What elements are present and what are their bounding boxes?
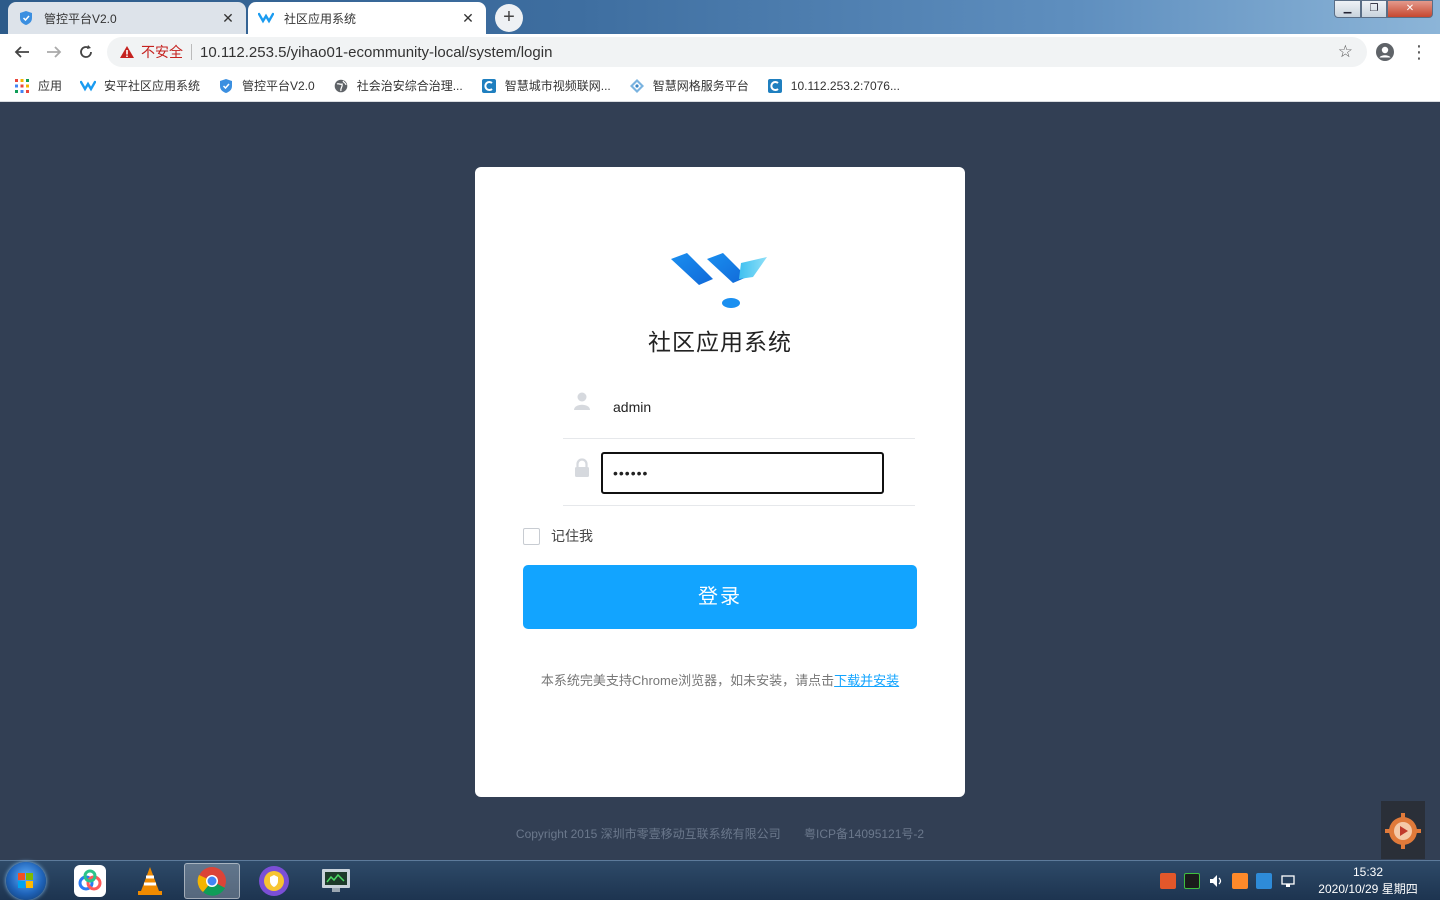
- browser-toolbar: 不安全 10.112.253.5/yihao01-ecommunity-loca…: [0, 34, 1440, 70]
- username-input[interactable]: admin: [613, 399, 651, 415]
- sogou-ime-icon[interactable]: [1160, 873, 1176, 889]
- chrome-icon: [197, 867, 226, 896]
- system-clock[interactable]: 15:32 2020/10/29 星期四: [1310, 864, 1426, 898]
- os-taskbar: 15:32 2020/10/29 星期四: [0, 860, 1440, 900]
- bookmark-zhian[interactable]: 社会治安综合治理...: [333, 77, 463, 94]
- copyright-text: Copyright 2015 深圳市零壹移动互联系统有限公司: [515, 827, 781, 841]
- minimize-button[interactable]: ▁: [1334, 0, 1361, 18]
- bookmarks-bar: 应用 安平社区应用系统 管控平台V2.0 社会治安综合治理... 智慧城市视频联…: [0, 70, 1440, 102]
- warning-icon: [120, 46, 134, 58]
- arrow-left-icon: [14, 46, 29, 58]
- traffic-cone-icon: [138, 867, 162, 895]
- bookmark-guankong[interactable]: 管控平台V2.0: [218, 77, 315, 94]
- hint-text: 本系统完美支持Chrome浏览器，如未安装，请点击: [540, 673, 835, 688]
- bookmark-apps[interactable]: 应用: [14, 77, 62, 94]
- window-close-button[interactable]: ✕: [1387, 0, 1433, 18]
- volume-icon[interactable]: [1208, 873, 1224, 889]
- security-label[interactable]: 不安全: [141, 42, 183, 62]
- password-input[interactable]: ••••••: [601, 452, 884, 494]
- gear-play-icon: [1385, 813, 1421, 849]
- bookmark-label: 管控平台V2.0: [242, 79, 315, 93]
- system-tray: [1156, 863, 1300, 899]
- taskbar-app-chrome[interactable]: [184, 863, 240, 899]
- browser-tabstrip: 管控平台V2.0 ✕ 社区应用系统 ✕ + ▁ ❐ ✕: [0, 0, 1440, 34]
- browser-menu-icon[interactable]: ⋮: [1410, 40, 1428, 64]
- globe-icon: [333, 78, 349, 94]
- bookmark-anping[interactable]: 安平社区应用系统: [80, 77, 200, 94]
- floating-media-widget[interactable]: [1381, 801, 1425, 859]
- taskbar-app-baidu-netdisk[interactable]: [62, 863, 118, 899]
- username-field[interactable]: admin: [563, 373, 915, 439]
- back-button[interactable]: [10, 40, 34, 64]
- bookmark-grid-service[interactable]: 智慧网格服务平台: [629, 77, 749, 94]
- tab-title: 社区应用系统: [284, 11, 357, 26]
- page-footer: Copyright 2015 深圳市零壹移动互联系统有限公司 粤ICP备1409…: [0, 825, 1440, 842]
- forward-button[interactable]: [42, 40, 66, 64]
- system-title: 社区应用系统: [648, 329, 792, 355]
- shield-icon: [18, 10, 34, 26]
- bookmark-label: 智慧城市视频联网...: [504, 79, 611, 93]
- bookmark-label: 安平社区应用系统: [104, 79, 201, 93]
- browser-hint: 本系统完美支持Chrome浏览器，如未安装，请点击下载并安装: [475, 670, 965, 689]
- user-icon: [573, 391, 591, 411]
- lock-icon: [573, 458, 591, 478]
- start-button[interactable]: [6, 862, 46, 900]
- new-tab-button[interactable]: +: [495, 4, 523, 32]
- remember-me-label: 记住我: [551, 528, 593, 544]
- clock-date: 2020/10/29 星期四: [1318, 882, 1418, 896]
- address-divider: [191, 44, 192, 60]
- tab-title: 管控平台V2.0: [44, 11, 117, 26]
- brand-logo: [667, 249, 773, 309]
- address-bar[interactable]: 不安全 10.112.253.5/yihao01-ecommunity-loca…: [107, 37, 1367, 67]
- taskbar-app-vpn[interactable]: [246, 863, 302, 899]
- arrow-right-icon: [47, 46, 62, 58]
- remember-me[interactable]: 记住我: [523, 526, 593, 546]
- grid-service-icon: [629, 78, 645, 94]
- w-logo-icon: [258, 10, 274, 26]
- account-circle-icon: [1376, 43, 1394, 61]
- bookmark-label: 社会治安综合治理...: [356, 79, 463, 93]
- w-logo-icon: [80, 78, 97, 94]
- network-icon[interactable]: [1280, 873, 1296, 889]
- bookmark-ip-7076[interactable]: 10.112.253.2:7076...: [767, 78, 900, 94]
- security-app-icon[interactable]: [1232, 873, 1248, 889]
- bookmark-label: 10.112.253.2:7076...: [790, 78, 900, 93]
- remember-me-checkbox[interactable]: [523, 527, 540, 545]
- bookmark-label: 智慧网格服务平台: [652, 79, 749, 93]
- sync-app-icon[interactable]: [1256, 873, 1272, 889]
- login-card: 社区应用系统 admin •••••• 记住我 登录 本系统完美支持Chrome…: [475, 167, 965, 797]
- reload-icon: [80, 45, 92, 58]
- close-icon[interactable]: ✕: [460, 10, 476, 26]
- monitor-icon: [322, 869, 350, 892]
- taskbar-app-vlc[interactable]: [122, 863, 178, 899]
- network-monitor-icon[interactable]: [1184, 873, 1200, 889]
- bookmark-video-network[interactable]: 智慧城市视频联网...: [481, 77, 611, 94]
- login-button[interactable]: 登录: [523, 565, 917, 629]
- tab-community-system[interactable]: 社区应用系统 ✕: [248, 2, 486, 34]
- tab-guankong[interactable]: 管控平台V2.0 ✕: [8, 2, 246, 34]
- download-install-link[interactable]: 下载并安装: [834, 673, 899, 688]
- close-icon[interactable]: ✕: [220, 10, 236, 26]
- shield-lock-icon: [259, 866, 289, 896]
- windows-logo-icon: [18, 873, 33, 888]
- maximize-button[interactable]: ❐: [1361, 0, 1387, 18]
- reload-button[interactable]: [74, 40, 98, 64]
- shield-icon: [218, 78, 234, 94]
- clock-time: 15:32: [1352, 865, 1384, 879]
- profile-button[interactable]: [1375, 42, 1395, 62]
- bookmark-star-icon[interactable]: ☆: [1338, 42, 1353, 62]
- c-app-icon: [767, 78, 783, 94]
- bookmark-label: 应用: [38, 79, 63, 93]
- taskbar-app-monitor[interactable]: [308, 863, 364, 899]
- cloud-drive-icon: [74, 865, 106, 897]
- apps-grid-icon: [14, 78, 30, 94]
- c-app-icon: [481, 78, 497, 94]
- url-text[interactable]: 10.112.253.5/yihao01-ecommunity-local/sy…: [200, 44, 552, 61]
- icp-number: 粤ICP备14095121号-2: [804, 827, 925, 841]
- password-field[interactable]: ••••••: [563, 440, 915, 506]
